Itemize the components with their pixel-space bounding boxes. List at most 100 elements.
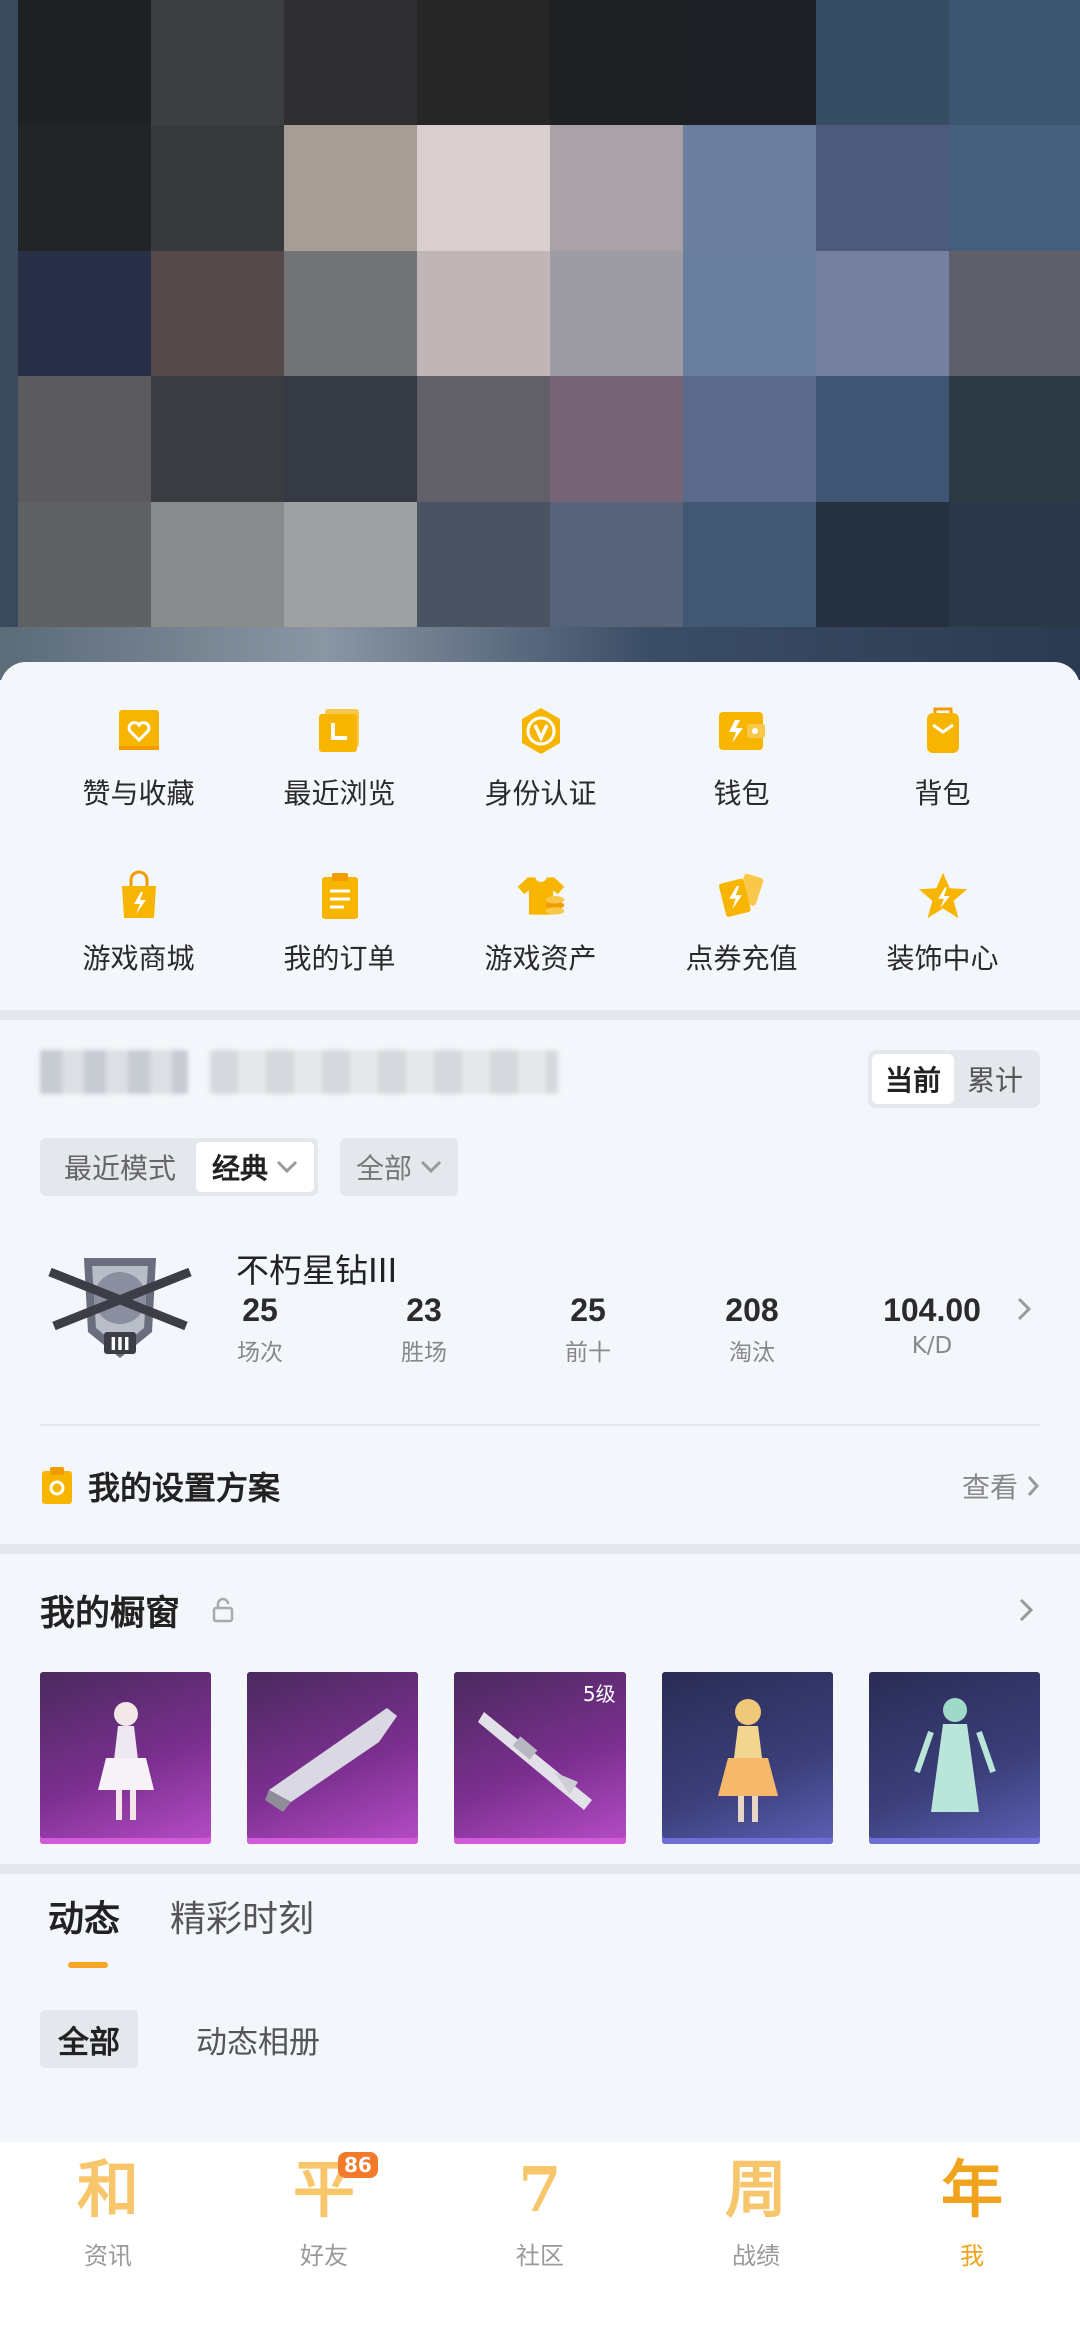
- unlock-icon[interactable]: [212, 1597, 234, 1623]
- community-glyph-icon: 7: [518, 2153, 562, 2226]
- divider: [40, 1424, 1040, 1426]
- nav-me[interactable]: 年 我: [864, 2142, 1080, 2347]
- filter-all[interactable]: 全部: [40, 2010, 138, 2068]
- menu-game-shop[interactable]: 游戏商城: [38, 865, 239, 1030]
- cover-mosaic-tile: [683, 376, 816, 502]
- cover-mosaic-tile: [417, 0, 550, 126]
- menu-recharge[interactable]: 点券充值: [641, 865, 842, 1030]
- cover-mosaic-tile: [417, 501, 550, 627]
- nav-news[interactable]: 和 资讯: [0, 2142, 216, 2347]
- blurred-cover-image: [18, 0, 1080, 627]
- cover-mosaic-tile: [949, 376, 1080, 502]
- stat-matches: 25 场次: [200, 1292, 320, 1367]
- showcase-item[interactable]: [40, 1672, 212, 1844]
- showcase-header[interactable]: 我的橱窗: [40, 1580, 1040, 1640]
- dress-outfit-icon: [717, 1699, 778, 1822]
- robe-outfit-icon: [913, 1698, 996, 1812]
- stat-value: 25: [570, 1292, 606, 1328]
- showcase-item[interactable]: [868, 1672, 1041, 1844]
- menu-label: 背包: [914, 777, 971, 810]
- menu-verify[interactable]: 身份认证: [440, 700, 641, 865]
- cover-mosaic-tile: [417, 250, 550, 377]
- stat-eliminations: 208 淘汰: [692, 1292, 812, 1367]
- menu-label: 游戏商城: [82, 942, 195, 975]
- chevron-right-icon: [1017, 1297, 1032, 1321]
- cover-mosaic-tile: [18, 125, 151, 251]
- feed-tabs: 动态 精彩时刻: [48, 1890, 314, 1968]
- cover-mosaic-tile: [683, 250, 816, 377]
- my-settings-row[interactable]: 我的设置方案 查看: [40, 1458, 1040, 1514]
- quick-menu-grid: 赞与收藏 最近浏览 身份认证 钱包 背包 游戏商城 我的订单 游戏资产 点券充值…: [0, 700, 1080, 1040]
- order-clipboard-icon: [313, 869, 367, 923]
- settings-clipboard-icon: [42, 1467, 72, 1504]
- menu-game-assets[interactable]: 游戏资产: [440, 865, 641, 1030]
- tab-highlights[interactable]: 精彩时刻: [170, 1890, 314, 1968]
- nav-friends[interactable]: 平 86 好友: [216, 2142, 432, 2347]
- stat-label: 场次: [237, 1340, 283, 1366]
- section-divider: [0, 1864, 1080, 1874]
- filter-album[interactable]: 动态相册: [178, 2010, 338, 2068]
- nav-label: 社区: [516, 2242, 564, 2270]
- stats-period-toggle: 当前 累计: [868, 1050, 1040, 1108]
- rank-summary-row[interactable]: III 不朽星钻III 25 场次 23 胜场 25 前十 208 淘汰 104…: [40, 1240, 1040, 1378]
- nav-record[interactable]: 周 战绩: [648, 2142, 864, 2347]
- menu-likes-favorites[interactable]: 赞与收藏: [38, 700, 239, 865]
- nav-label: 好友: [300, 2242, 348, 2270]
- menu-label: 点券充值: [685, 942, 798, 975]
- menu-recent[interactable]: 最近浏览: [239, 700, 440, 865]
- mode-label: 最近模式: [64, 1152, 177, 1185]
- cover-mosaic-tile: [151, 125, 284, 251]
- chevron-right-icon: [1019, 1598, 1034, 1622]
- cover-mosaic-tile: [816, 250, 949, 377]
- news-glyph-icon: 和: [76, 2153, 139, 2226]
- wallet-icon: [715, 704, 769, 758]
- stat-kd: 104.00 K/D: [872, 1292, 992, 1359]
- blurred-server-info: [210, 1050, 558, 1094]
- cover-mosaic-tile: [949, 501, 1080, 627]
- cover-mosaic-tile: [949, 125, 1080, 251]
- menu-backpack[interactable]: 背包: [842, 700, 1043, 865]
- profile-card: 赞与收藏 最近浏览 身份认证 钱包 背包 游戏商城 我的订单 游戏资产 点券充值…: [0, 662, 1080, 2142]
- mode-group: 最近模式 经典: [40, 1138, 319, 1196]
- section-divider: [0, 1544, 1080, 1554]
- stat-value: 25: [242, 1292, 278, 1328]
- svg-text:III: III: [110, 1334, 130, 1355]
- showcase-item[interactable]: [247, 1672, 419, 1844]
- toggle-total[interactable]: 累计: [954, 1054, 1036, 1104]
- toggle-current[interactable]: 当前: [872, 1054, 954, 1104]
- blade-skin-icon: [265, 1708, 398, 1812]
- stat-value: 208: [725, 1292, 779, 1328]
- menu-wallet[interactable]: 钱包: [641, 700, 842, 865]
- showcase-item[interactable]: 5级: [454, 1672, 626, 1844]
- section-divider: [0, 1010, 1080, 1020]
- cover-mosaic-tile: [816, 125, 949, 251]
- nav-community[interactable]: 7 社区: [432, 2142, 648, 2347]
- dancer-outfit-icon: [98, 1702, 154, 1820]
- menu-decoration-center[interactable]: 装饰中心: [842, 865, 1043, 1030]
- cover-mosaic-tile: [550, 376, 683, 502]
- cover-mosaic-tile: [683, 125, 816, 251]
- view-settings-link[interactable]: 查看: [962, 1466, 1040, 1506]
- cover-mosaic-tile: [151, 501, 284, 627]
- nav-label: 我: [960, 2242, 984, 2270]
- rank-badge-icon: III: [40, 1240, 200, 1370]
- mode-dropdown[interactable]: 经典: [196, 1142, 315, 1192]
- showcase-items: 5级: [40, 1672, 1041, 1844]
- menu-label: 我的订单: [283, 942, 396, 975]
- cover-mosaic-tile: [18, 250, 151, 377]
- cover-mosaic-tile: [284, 501, 417, 627]
- showcase-item[interactable]: [661, 1672, 833, 1844]
- menu-label: 钱包: [713, 777, 770, 810]
- settings-title: 我的设置方案: [88, 1469, 281, 1507]
- heart-card-icon: [112, 704, 166, 758]
- mode-filter-bar: 最近模式 经典 全部: [40, 1138, 459, 1196]
- profile-cover: [0, 0, 1080, 680]
- scope-dropdown[interactable]: 全部: [340, 1138, 459, 1196]
- cover-mosaic-tile: [18, 0, 151, 126]
- tab-activity[interactable]: 动态: [48, 1890, 120, 1968]
- stat-top-ten: 25 前十: [528, 1292, 648, 1367]
- stat-label: 胜场: [401, 1340, 447, 1366]
- menu-my-orders[interactable]: 我的订单: [239, 865, 440, 1030]
- verify-icon: [514, 704, 568, 758]
- shop-bag-icon: [112, 869, 166, 923]
